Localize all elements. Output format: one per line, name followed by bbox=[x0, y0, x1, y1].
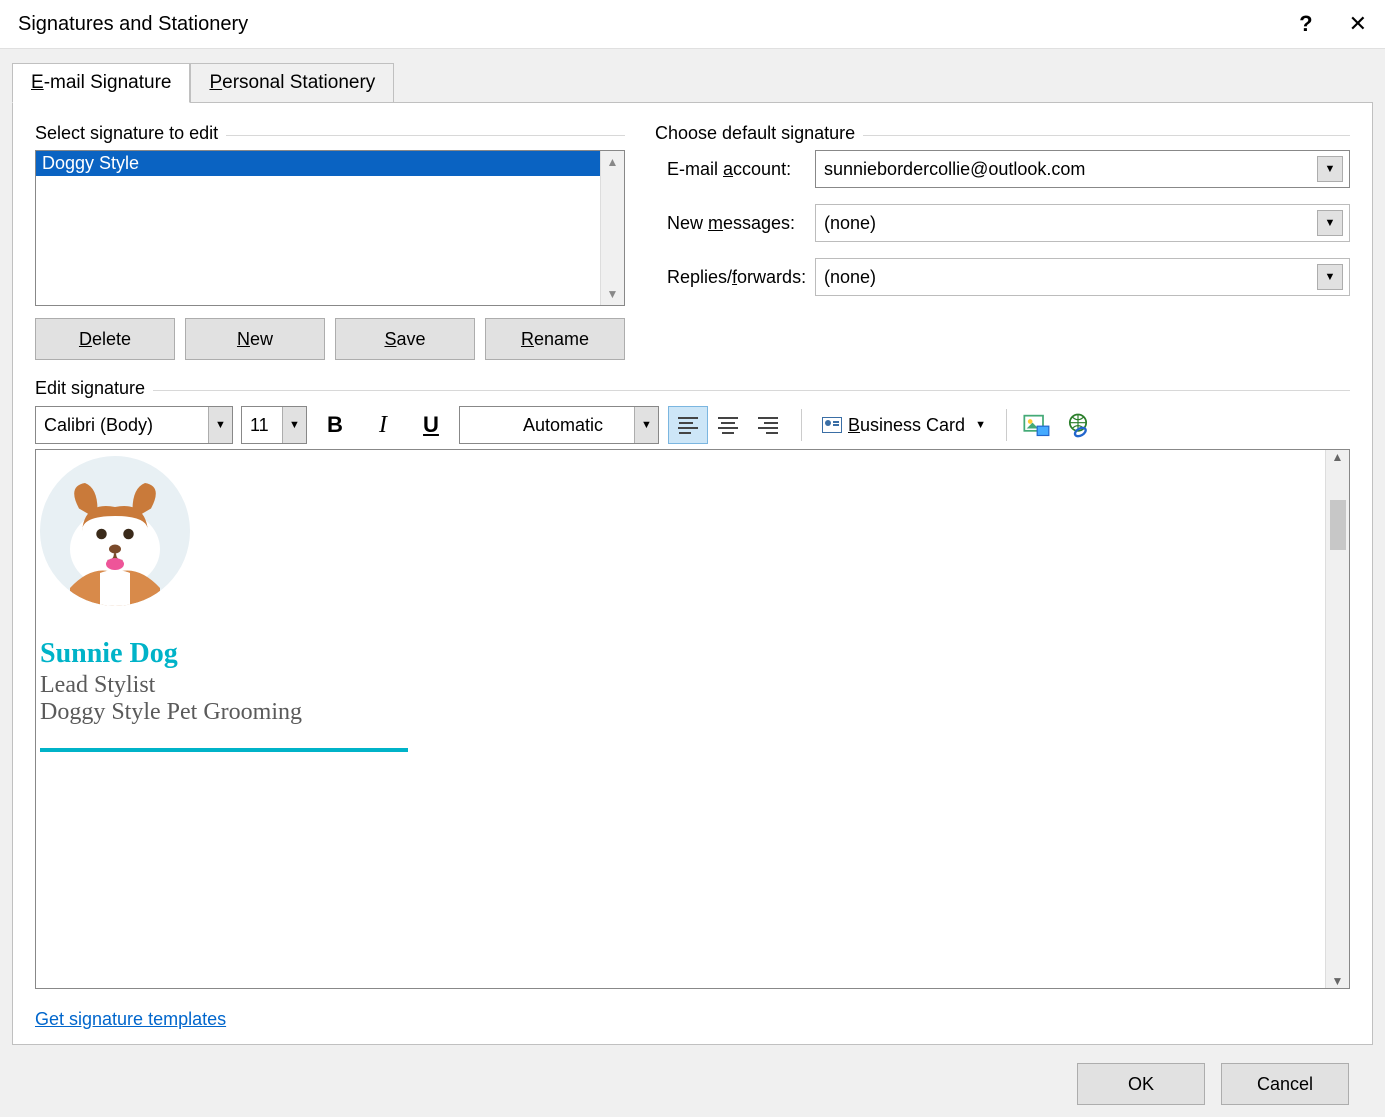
editor-toolbar: Calibri (Body) ▼ 11 ▼ B I U Automatic ▼ bbox=[35, 405, 1350, 445]
signature-avatar bbox=[40, 456, 190, 606]
edit-signature-group: Edit signature Calibri (Body) ▼ 11 ▼ B I… bbox=[35, 378, 1350, 1030]
editor-scrollbar[interactable]: ▲ ▼ bbox=[1325, 450, 1349, 988]
scrollbar-thumb[interactable] bbox=[1330, 500, 1346, 550]
dialog-root: Signatures and Stationery ? ✕ E-mail Sig… bbox=[0, 0, 1385, 1117]
chevron-down-icon: ▼ bbox=[975, 419, 986, 431]
listbox-scrollbar[interactable]: ▲ ▼ bbox=[600, 151, 624, 305]
ok-button[interactable]: OK bbox=[1077, 1063, 1205, 1105]
align-group bbox=[667, 405, 789, 445]
tab-strip: E-mail Signature Personal Stationery bbox=[12, 63, 1373, 103]
rename-button[interactable]: Rename bbox=[485, 318, 625, 360]
scroll-up-icon[interactable]: ▲ bbox=[1332, 450, 1344, 464]
align-right-button[interactable] bbox=[748, 406, 788, 444]
select-signature-label: Select signature to edit bbox=[35, 123, 218, 144]
signature-editor[interactable]: Sunnie Dog Lead Stylist Doggy Style Pet … bbox=[35, 449, 1350, 989]
signature-list-items: Doggy Style bbox=[36, 151, 600, 305]
default-signature-label-row: Choose default signature bbox=[655, 123, 1350, 144]
cancel-button[interactable]: Cancel bbox=[1221, 1063, 1349, 1105]
signature-listbox[interactable]: Doggy Style ▲ ▼ bbox=[35, 150, 625, 306]
dialog-footer: OK Cancel bbox=[12, 1045, 1373, 1105]
divider bbox=[153, 390, 1350, 391]
signature-editor-content[interactable]: Sunnie Dog Lead Stylist Doggy Style Pet … bbox=[36, 450, 1325, 988]
email-account-label: E-mail account: bbox=[655, 159, 815, 180]
help-icon[interactable]: ? bbox=[1299, 11, 1312, 37]
delete-button[interactable]: Delete bbox=[35, 318, 175, 360]
scroll-down-icon[interactable]: ▼ bbox=[1332, 974, 1344, 988]
signature-item-selected[interactable]: Doggy Style bbox=[36, 151, 600, 176]
upper-columns: Select signature to edit Doggy Style ▲ ▼ bbox=[35, 123, 1350, 360]
default-signature-label: Choose default signature bbox=[655, 123, 855, 144]
get-signature-templates-link[interactable]: Get signature templates bbox=[35, 1009, 226, 1030]
default-signature-group: Choose default signature E-mail account:… bbox=[655, 123, 1350, 360]
chevron-down-icon: ▼ bbox=[1317, 156, 1343, 182]
font-color-select[interactable]: Automatic ▼ bbox=[459, 406, 659, 444]
chevron-down-icon: ▼ bbox=[208, 407, 232, 443]
save-button[interactable]: Save bbox=[335, 318, 475, 360]
email-account-select[interactable]: sunniebordercollie@outlook.com ▼ bbox=[815, 150, 1350, 188]
business-card-button[interactable]: Business Card ▼ bbox=[814, 406, 994, 444]
signature-divider bbox=[40, 748, 408, 752]
signature-company: Doggy Style Pet Grooming bbox=[40, 699, 1321, 726]
chevron-down-icon: ▼ bbox=[634, 407, 658, 443]
underline-button[interactable]: U bbox=[411, 406, 451, 444]
font-value: Calibri (Body) bbox=[44, 415, 153, 436]
select-signature-group: Select signature to edit Doggy Style ▲ ▼ bbox=[35, 123, 625, 360]
divider bbox=[863, 135, 1350, 136]
insert-hyperlink-button[interactable] bbox=[1061, 408, 1095, 442]
tab-panel-email-signature: Select signature to edit Doggy Style ▲ ▼ bbox=[12, 102, 1373, 1045]
signature-buttons: Delete New Save Rename bbox=[35, 318, 625, 360]
business-card-icon bbox=[822, 417, 842, 433]
font-size-value: 11 bbox=[250, 415, 269, 436]
email-account-row: E-mail account: sunniebordercollie@outlo… bbox=[655, 150, 1350, 188]
replies-forwards-select[interactable]: (none) ▼ bbox=[815, 258, 1350, 296]
scroll-up-icon[interactable]: ▲ bbox=[607, 155, 619, 169]
chevron-down-icon: ▼ bbox=[1317, 264, 1343, 290]
scroll-down-icon[interactable]: ▼ bbox=[607, 287, 619, 301]
replies-forwards-row: Replies/forwards: (none) ▼ bbox=[655, 258, 1350, 296]
new-button[interactable]: New bbox=[185, 318, 325, 360]
align-left-button[interactable] bbox=[668, 406, 708, 444]
font-select[interactable]: Calibri (Body) ▼ bbox=[35, 406, 233, 444]
dialog-title: Signatures and Stationery bbox=[18, 13, 248, 36]
insert-image-button[interactable] bbox=[1019, 408, 1053, 442]
signature-name: Sunnie Dog bbox=[40, 638, 1321, 670]
email-account-value: sunniebordercollie@outlook.com bbox=[824, 159, 1085, 180]
chevron-down-icon: ▼ bbox=[282, 407, 306, 443]
titlebar-controls: ? ✕ bbox=[1299, 11, 1367, 37]
tab-email-signature[interactable]: E-mail Signature bbox=[12, 63, 190, 103]
new-messages-select[interactable]: (none) ▼ bbox=[815, 204, 1350, 242]
toolbar-separator bbox=[801, 409, 802, 441]
edit-signature-label-row: Edit signature bbox=[35, 378, 1350, 399]
chevron-down-icon: ▼ bbox=[1317, 210, 1343, 236]
font-color-value: Automatic bbox=[523, 415, 603, 436]
divider bbox=[226, 135, 625, 136]
new-messages-value: (none) bbox=[824, 213, 876, 234]
new-messages-row: New messages: (none) ▼ bbox=[655, 204, 1350, 242]
align-center-button[interactable] bbox=[708, 406, 748, 444]
toolbar-separator bbox=[1006, 409, 1007, 441]
replies-forwards-label: Replies/forwards: bbox=[655, 267, 815, 288]
signature-job-title: Lead Stylist bbox=[40, 672, 1321, 699]
content-area: E-mail Signature Personal Stationery Sel… bbox=[0, 48, 1385, 1117]
select-signature-label-row: Select signature to edit bbox=[35, 123, 625, 144]
replies-forwards-value: (none) bbox=[824, 267, 876, 288]
titlebar: Signatures and Stationery ? ✕ bbox=[0, 0, 1385, 48]
edit-signature-label: Edit signature bbox=[35, 378, 145, 399]
tab-personal-stationery[interactable]: Personal Stationery bbox=[190, 63, 394, 103]
new-messages-label: New messages: bbox=[655, 213, 815, 234]
italic-button[interactable]: I bbox=[363, 406, 403, 444]
close-icon[interactable]: ✕ bbox=[1349, 11, 1367, 37]
font-size-select[interactable]: 11 ▼ bbox=[241, 406, 307, 444]
bold-button[interactable]: B bbox=[315, 406, 355, 444]
